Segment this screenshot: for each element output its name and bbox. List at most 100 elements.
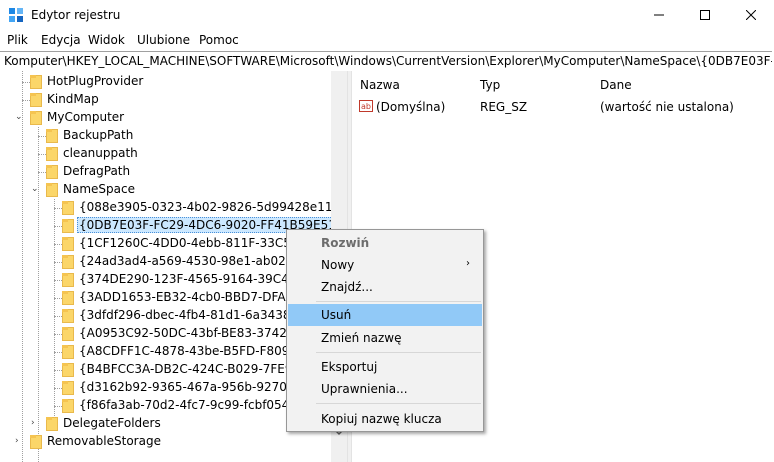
tree-item[interactable]: {1CF1260C-4DD0-4ebb-811F-33C572699FDE} [0,235,347,253]
close-icon [746,10,756,20]
menu-separator [316,352,481,353]
minimize-icon [654,14,664,16]
menu-item-label: Znajdź... [321,280,373,294]
tree-guide [54,316,62,317]
tree-item-label: NameSpace [63,182,135,196]
menu-edit[interactable]: Edycja [41,33,81,47]
menu-item-expand[interactable]: Rozwiń [288,232,482,254]
tree-item[interactable]: cleanuppath [0,145,330,163]
menu-item-export[interactable]: Eksportuj [288,356,482,378]
tree-item-label: {088e3905-0323-4b02-9826-5d99428e115f} [79,200,347,214]
menu-file[interactable]: Plik [7,33,28,47]
folder-icon [62,273,74,287]
menu-item-new[interactable]: Nowy › [288,254,482,276]
string-value-icon: ab [359,100,373,112]
menu-item-label: Usuń [321,308,352,322]
menu-item-find[interactable]: Znajdź... [288,276,482,298]
folder-icon [62,327,74,341]
tree-item-selected[interactable]: {0DB7E03F-FC29-4DC6-9020-FF41B59E513A} [0,217,347,235]
column-header-type[interactable]: Typ [480,78,500,92]
folder-icon [46,165,58,179]
folder-icon [46,183,58,197]
tree-guide [22,100,30,101]
tree-item[interactable]: {088e3905-0323-4b02-9826-5d99428e115f} [0,199,347,217]
tree-item[interactable]: ⌄ MyComputer [0,109,330,127]
tree-item-label: KindMap [47,92,99,106]
menu-item-label: Zmień nazwę [321,331,402,345]
tree-item-label: BackupPath [63,128,134,142]
chevron-right-icon[interactable]: › [31,418,35,428]
menu-item-label: Rozwiń [321,236,370,250]
menu-item-rename[interactable]: Zmień nazwę [288,327,482,349]
tree-item[interactable]: KindMap [0,91,330,109]
minimize-button[interactable] [636,0,682,30]
tree-item[interactable]: {3ADD1653-EB32-4cb0-BBD7-DFA0ABB5ACCA} [0,289,347,307]
context-menu: Rozwiń Nowy › Znajdź... Usuń Zmień nazwę… [286,229,484,432]
tree-item[interactable]: {d3162b92-9365-467a-956b-92703aca08af} [0,379,347,397]
tree-item[interactable]: ⌄ NameSpace [0,181,330,199]
tree-item[interactable]: {f86fa3ab-70d2-4fc7-9c99-fcbf05467f3a} [0,397,331,415]
menu-view[interactable]: Widok [88,33,125,47]
column-header-data[interactable]: Dane [600,78,632,92]
tree-item[interactable]: HotPlugProvider [0,73,330,91]
tree-item-label: DelegateFolders [63,416,161,430]
tree-guide [54,280,62,281]
address-bar[interactable]: Komputer\HKEY_LOCAL_MACHINE\SOFTWARE\Mic… [0,51,772,72]
folder-icon [62,363,74,377]
menu-item-permissions[interactable]: Uprawnienia... [288,378,482,400]
tree-guide [38,154,46,155]
folder-icon [62,237,74,251]
folder-icon [62,309,74,323]
folder-icon [62,381,74,395]
tree-item-label: MyComputer [47,110,125,124]
tree-guide [38,172,46,173]
tree-item[interactable]: {A0953C92-50DC-43bf-BE83-3742FED03C9C} [0,325,347,343]
chevron-right-icon: › [466,258,470,269]
tree-item[interactable]: {3dfdf296-dbec-4fb4-81d1-6a3438bcf4de} [0,307,339,325]
folder-icon [30,435,42,449]
tree-guide [54,370,62,371]
tree-item[interactable]: › RemovableStorage [0,433,330,451]
tree-item[interactable]: {B4BFCC3A-DB2C-424C-B029-7FE99A87C641} [0,361,347,379]
menu-separator [316,301,481,302]
tree-guide [54,388,62,389]
menu-item-label: Kopiuj nazwę klucza [321,412,442,426]
tree-guide [54,244,62,245]
menu-help[interactable]: Pomoc [199,33,239,47]
folder-icon [62,291,74,305]
menu-item-copy-key-name[interactable]: Kopiuj nazwę klucza [288,408,482,430]
tree-item[interactable]: {A8CDFF1C-4878-43be-B5FD-F8091C1C60D0} [0,343,347,361]
tree-item-label: cleanuppath [63,146,138,160]
maximize-button[interactable] [682,0,728,30]
menu-favorites[interactable]: Ulubione [137,33,190,47]
folder-icon [46,417,58,431]
menu-item-delete[interactable]: Usuń [288,304,482,326]
tree-item[interactable]: › DelegateFolders [0,415,330,433]
maximize-icon [700,10,710,20]
folder-icon [30,111,42,125]
close-button[interactable] [728,0,774,30]
tree-item-label: RemovableStorage [47,434,161,448]
tree-guide [54,334,62,335]
tree-guide [22,82,30,83]
tree-guide [54,406,62,407]
tree-item[interactable]: {24ad3ad4-a569-4530-98e1-ab02f9417aa8} [0,253,347,271]
folder-icon [62,201,74,215]
menu-item-label: Eksportuj [321,360,378,374]
tree-item[interactable]: BackupPath [0,127,330,145]
menu-item-label: Uprawnienia... [321,382,408,396]
tree-item-label: DefragPath [63,164,131,178]
menu-separator [316,403,481,404]
chevron-right-icon[interactable]: › [15,436,19,446]
chevron-down-icon[interactable]: ⌄ [15,112,23,122]
chevron-down-icon[interactable]: ⌄ [31,184,39,194]
tree-item[interactable]: DefragPath [0,163,330,181]
folder-icon [62,345,74,359]
tree-item[interactable]: {374DE290-123F-4565-9164-39C4925E467B} [0,271,347,289]
folder-icon [62,219,74,233]
address-path[interactable]: Komputer\HKEY_LOCAL_MACHINE\SOFTWARE\Mic… [4,54,772,68]
column-header-name[interactable]: Nazwa [360,78,400,92]
tree-guide [54,226,62,227]
value-name[interactable]: (Domyślna) [376,100,445,114]
folder-icon [46,129,58,143]
